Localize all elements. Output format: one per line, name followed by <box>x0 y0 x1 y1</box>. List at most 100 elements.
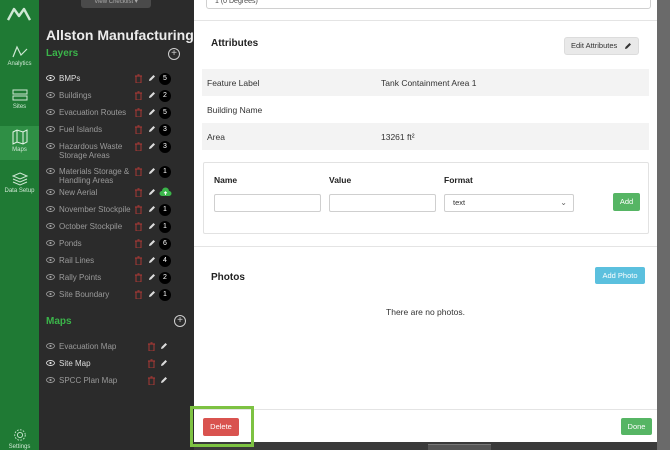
visibility-eye-icon[interactable] <box>46 108 55 117</box>
pencil-icon[interactable] <box>148 273 156 283</box>
rotation-select[interactable]: 1 (0 Degrees) <box>206 0 651 9</box>
pencil-icon[interactable] <box>148 74 156 84</box>
pencil-icon[interactable] <box>148 108 156 118</box>
layer-row[interactable]: November Stockpile 1 <box>46 203 184 219</box>
layer-row[interactable]: Hazardous Waste Storage Areas 3 <box>46 140 184 160</box>
layer-row[interactable]: Rally Points 2 <box>46 271 184 287</box>
nav-sites[interactable]: Sites <box>0 88 39 116</box>
layer-label: October Stockpile <box>59 222 123 231</box>
layer-row[interactable]: BMPs 5 <box>46 72 184 88</box>
pencil-icon[interactable] <box>148 188 156 198</box>
visibility-eye-icon[interactable] <box>46 273 55 282</box>
trash-icon[interactable] <box>135 91 142 102</box>
visibility-eye-icon[interactable] <box>46 125 55 134</box>
attribute-value-input[interactable] <box>329 194 436 212</box>
trash-icon[interactable] <box>135 108 142 119</box>
pencil-icon[interactable] <box>148 125 156 135</box>
trash-icon[interactable] <box>135 125 142 136</box>
trash-icon[interactable] <box>148 359 155 370</box>
pencil-icon[interactable] <box>148 142 156 152</box>
visibility-eye-icon[interactable] <box>46 256 55 265</box>
layer-row[interactable]: Ponds 6 <box>46 237 184 253</box>
nav-maps[interactable]: Maps <box>0 126 39 160</box>
nav-data-setup[interactable]: Data Setup <box>0 172 39 202</box>
pencil-icon[interactable] <box>160 342 168 352</box>
pencil-icon[interactable] <box>148 290 156 300</box>
pencil-icon[interactable] <box>148 239 156 249</box>
trash-icon[interactable] <box>135 167 142 178</box>
trash-icon[interactable] <box>135 290 142 301</box>
trash-icon[interactable] <box>135 188 142 199</box>
format-label: Format <box>444 175 473 185</box>
trash-icon[interactable] <box>135 273 142 284</box>
visibility-eye-icon[interactable] <box>46 74 55 83</box>
trash-icon[interactable] <box>148 342 155 353</box>
add-layer-button[interactable]: + <box>168 48 180 60</box>
layer-row[interactable]: Materials Storage & Handling Areas 1 <box>46 165 184 185</box>
trash-icon[interactable] <box>148 376 155 387</box>
nav-sites-label: Sites <box>12 104 27 110</box>
layer-label: Fuel Islands <box>59 125 103 134</box>
layer-label: Ponds <box>59 239 82 248</box>
map-row[interactable]: SPCC Plan Map <box>46 374 184 390</box>
layer-count-badge: 1 <box>159 166 171 178</box>
edit-attributes-button[interactable]: Edit Attributes <box>564 37 639 55</box>
visibility-eye-icon[interactable] <box>46 205 55 214</box>
visibility-eye-icon[interactable] <box>46 188 55 197</box>
view-checklist-button[interactable]: View Checklist ▾ <box>81 0 151 8</box>
map-label: Evacuation Map <box>59 342 117 351</box>
bottom-panel-tab[interactable] <box>428 444 491 450</box>
divider <box>194 246 657 247</box>
layer-count-badge: 3 <box>159 124 171 136</box>
map-row[interactable]: Evacuation Map <box>46 340 184 356</box>
visibility-eye-icon[interactable] <box>46 290 55 299</box>
map-background <box>657 0 670 450</box>
layer-row[interactable]: October Stockpile 1 <box>46 220 184 236</box>
pencil-icon[interactable] <box>148 91 156 101</box>
visibility-eye-icon[interactable] <box>46 239 55 248</box>
visibility-eye-icon[interactable] <box>46 222 55 231</box>
pencil-icon[interactable] <box>160 359 168 369</box>
visibility-eye-icon[interactable] <box>46 376 55 385</box>
layer-row[interactable]: Rail Lines 4 <box>46 254 184 270</box>
trash-icon[interactable] <box>135 239 142 250</box>
trash-icon[interactable] <box>135 256 142 267</box>
trash-icon[interactable] <box>135 74 142 85</box>
layer-row[interactable]: New Aerial <box>46 186 184 202</box>
delete-button[interactable]: Delete <box>203 418 239 436</box>
visibility-eye-icon[interactable] <box>46 359 55 368</box>
layer-row[interactable]: Buildings 2 <box>46 89 184 105</box>
nav-analytics[interactable]: Analytics <box>0 45 39 75</box>
add-photo-button[interactable]: Add Photo <box>595 267 645 284</box>
trash-icon[interactable] <box>135 205 142 216</box>
nav-settings[interactable]: Settings <box>0 428 39 450</box>
app-logo-icon[interactable] <box>6 7 32 26</box>
map-row[interactable]: Site Map <box>46 357 184 373</box>
trash-icon[interactable] <box>135 142 142 153</box>
trash-icon[interactable] <box>135 222 142 233</box>
pencil-icon[interactable] <box>148 222 156 232</box>
visibility-eye-icon[interactable] <box>46 142 55 151</box>
visibility-eye-icon[interactable] <box>46 91 55 100</box>
attribute-key: Feature Label <box>207 78 260 88</box>
add-attribute-button[interactable]: Add <box>613 193 640 211</box>
done-button[interactable]: Done <box>621 418 652 435</box>
map-label: SPCC Plan Map <box>59 376 118 385</box>
layer-row[interactable]: Evacuation Routes 5 <box>46 106 184 122</box>
pencil-icon[interactable] <box>148 256 156 266</box>
nav-settings-label: Settings <box>8 444 31 450</box>
layers-section-title: Layers <box>46 48 79 59</box>
visibility-eye-icon[interactable] <box>46 167 55 176</box>
layer-row[interactable]: Site Boundary 1 <box>46 288 184 304</box>
add-map-button[interactable]: + <box>174 315 186 327</box>
name-label: Name <box>214 175 238 185</box>
pencil-icon[interactable] <box>148 167 156 177</box>
site-title: Allston Manufacturing <box>46 27 194 43</box>
cloud-upload-icon[interactable] <box>159 187 172 200</box>
format-select[interactable]: text ⌄ <box>444 194 574 212</box>
pencil-icon[interactable] <box>148 205 156 215</box>
layer-row[interactable]: Fuel Islands 3 <box>46 123 184 139</box>
visibility-eye-icon[interactable] <box>46 342 55 351</box>
attribute-name-input[interactable] <box>214 194 321 212</box>
pencil-icon[interactable] <box>160 376 168 386</box>
